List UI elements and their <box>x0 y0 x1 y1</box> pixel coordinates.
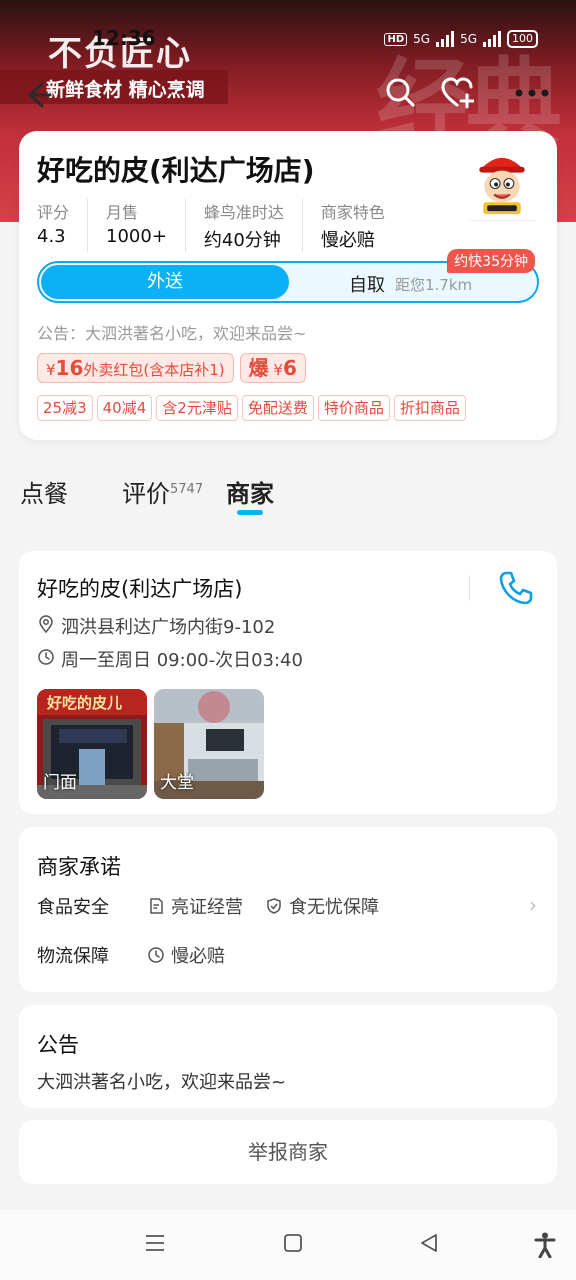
favorite-heart-icon[interactable] <box>440 76 474 110</box>
promo-tag: 40减4 <box>96 395 153 421</box>
status-time: 12:36 <box>92 26 156 50</box>
active-tab-indicator <box>237 510 263 515</box>
battery-icon: 100 <box>507 30 538 48</box>
stat-label: 评分 <box>37 203 70 222</box>
promo-tag: 25减3 <box>37 395 93 421</box>
promise-item-text: 慢必赔 <box>171 946 225 967</box>
promo-tag: 含2元津贴 <box>156 395 238 421</box>
hot-coupon[interactable]: 爆 ¥6 <box>239 353 306 383</box>
tab-label: 商家 <box>226 480 274 508</box>
promise-item-late-compensation: 慢必赔 <box>147 942 225 968</box>
storefront-sign: 好吃的皮儿 <box>46 694 122 712</box>
photo-hall[interactable]: 大堂 <box>154 689 264 799</box>
review-count: 5747 <box>170 482 204 497</box>
announcement-card: 公告 大泗洪著名小吃，欢迎来品尝~ <box>19 1005 557 1108</box>
merchant-info-card: 好吃的皮(利达广场店) 泗洪县利达广场内街9-102 周一至周日 09:00-次… <box>19 551 557 814</box>
stat-value: 约40分钟 <box>203 230 281 251</box>
currency-symbol: ¥ <box>273 361 283 379</box>
stat-label: 蜂鸟准时达 <box>203 203 284 222</box>
promo-tag: 免配送费 <box>241 395 314 421</box>
status-bar: 12:36 HD 5G 5G 100 <box>0 0 576 72</box>
divider <box>469 575 470 601</box>
promise-item-text: 食无忧保障 <box>289 897 379 918</box>
stat-label: 月售 <box>106 203 139 222</box>
net-label-1: 5G <box>413 32 431 46</box>
tab-merchant[interactable]: 商家 <box>226 474 274 509</box>
signal-icon <box>436 31 455 47</box>
hd-icon: HD <box>384 32 408 46</box>
pickup-option[interactable]: 自取 <box>349 271 385 297</box>
announcement-text: 大泗洪著名小吃，欢迎来品尝~ <box>37 1072 287 1093</box>
merchant-name: 好吃的皮(利达广场店) <box>37 577 243 601</box>
red-packet-coupon[interactable]: ¥16外卖红包(含本店补1) <box>37 353 234 383</box>
shop-notice[interactable]: 公告：大泗洪著名小吃，欢迎来品尝~ <box>37 320 306 344</box>
promise-title: 商家承诺 <box>37 855 121 879</box>
stat-value: 1000+ <box>106 226 167 247</box>
banner-slogan-small: 新鲜食材 精心烹调 <box>46 79 205 101</box>
promise-item-food-guarantee: 食无忧保障 <box>265 893 379 919</box>
status-icons: HD 5G 5G 100 <box>384 30 538 48</box>
photo-caption: 大堂 <box>160 773 194 793</box>
shop-name: 好吃的皮(利达广场店) <box>37 154 315 187</box>
shop-stats: 评分 4.3 月售 1000+ 蜂鸟准时达 约40分钟 商家特色 慢必赔 <box>37 199 421 252</box>
chevron-right-icon: › <box>529 893 537 917</box>
delivery-option[interactable]: 外送 <box>41 265 289 299</box>
store-tabs: 点餐 评价5747 商家 <box>20 474 556 518</box>
food-safety-label: 食品安全 <box>37 897 109 918</box>
back-arrow-icon[interactable] <box>22 80 52 110</box>
search-icon[interactable] <box>384 76 416 108</box>
signal-icon-2 <box>483 31 501 47</box>
merchant-address[interactable]: 泗洪县利达广场内街9-102 <box>61 613 275 639</box>
tab-order[interactable]: 点餐 <box>20 474 68 509</box>
location-pin-icon <box>39 615 53 633</box>
tab-reviews[interactable]: 评价5747 <box>122 474 203 509</box>
announcement-title: 公告 <box>37 1033 79 1057</box>
tab-label: 点餐 <box>20 480 68 508</box>
red-packets: ¥16外卖红包(含本店补1) 爆 ¥6 <box>37 353 306 383</box>
red-packet-amount: 16 <box>55 356 84 380</box>
tab-label: 评价 <box>122 480 170 508</box>
stat-value: 慢必赔 <box>320 230 375 251</box>
accessibility-icon[interactable] <box>534 1232 556 1258</box>
red-packet-text: 外卖红包(含本店补1) <box>83 361 225 379</box>
promise-item-license: 亮证经营 <box>147 893 243 919</box>
shop-logo <box>469 147 535 221</box>
promotion-tags[interactable]: 25减3 40减4 含2元津贴 免配送费 特价商品 折扣商品 <box>37 395 466 421</box>
stat-feature[interactable]: 商家特色 慢必赔 <box>321 199 403 252</box>
currency-symbol: ¥ <box>46 361 56 379</box>
more-dots-icon[interactable] <box>514 88 550 98</box>
stat-monthly-sales: 月售 1000+ <box>106 199 186 252</box>
hot-label: 爆 <box>248 356 269 380</box>
promo-tag: 特价商品 <box>317 395 390 421</box>
shield-check-icon <box>267 898 281 914</box>
stat-label: 商家特色 <box>320 203 385 222</box>
logistics-label: 物流保障 <box>37 946 109 967</box>
stat-delivery-time: 蜂鸟准时达 约40分钟 <box>204 199 303 252</box>
home-icon[interactable] <box>282 1232 304 1254</box>
faster-badge: 约快35分钟 <box>447 249 535 273</box>
net-label-2: 5G <box>460 32 477 46</box>
system-nav-bar <box>0 1210 576 1280</box>
stat-rating: 评分 4.3 <box>37 199 89 252</box>
promo-tag: 折扣商品 <box>393 395 466 421</box>
pickup-distance: 距您1.7km <box>395 276 473 294</box>
stat-value: 4.3 <box>37 226 66 247</box>
business-hours: 周一至周日 09:00-次日03:40 <box>61 650 303 671</box>
photo-storefront[interactable]: 好吃的皮儿 门面 <box>37 689 147 799</box>
merchant-promise-card[interactable]: 商家承诺 食品安全 亮证经营 食无忧保障 › 物流保障 慢必赔 <box>19 827 557 992</box>
clock-icon <box>38 649 54 665</box>
promise-item-text: 亮证经营 <box>171 897 243 918</box>
hot-coupon-amount: 6 <box>282 356 297 380</box>
menu-icon[interactable] <box>144 1232 166 1254</box>
shop-card: 好吃的皮(利达广场店) 评分 4.3 月售 1000+ 蜂鸟准时达 约40分钟 … <box>19 131 557 440</box>
phone-icon[interactable] <box>497 569 535 607</box>
report-merchant-button[interactable]: 举报商家 <box>19 1120 557 1184</box>
photo-caption: 门面 <box>43 773 77 793</box>
license-icon <box>150 898 163 914</box>
clock-icon <box>148 947 164 963</box>
back-triangle-icon[interactable] <box>418 1232 440 1254</box>
